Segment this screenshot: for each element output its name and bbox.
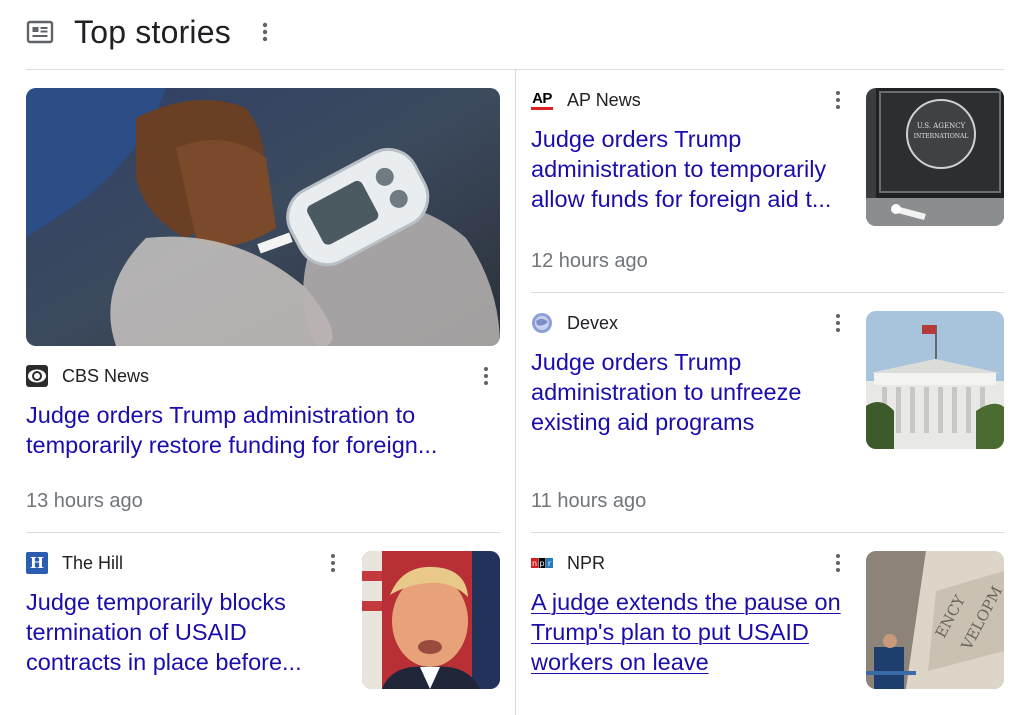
ap-logo-text: AP	[532, 89, 552, 107]
story-headline[interactable]: Judge orders Trump administration to tem…	[26, 400, 500, 460]
source-name: The Hill	[62, 552, 124, 573]
story-card-the-hill[interactable]: H The Hill Judge temporarily blocks term…	[26, 551, 500, 689]
story-image-trump-portrait[interactable]	[362, 551, 500, 689]
story-more-options-icon[interactable]	[828, 551, 848, 575]
story-more-options-icon[interactable]	[323, 551, 343, 575]
row-divider-right-2	[531, 532, 1004, 533]
devex-globe-icon	[531, 312, 553, 334]
npr-logo-icon: npr	[531, 552, 553, 574]
story-card-cbs[interactable]: CBS News Judge orders Trump administrati…	[26, 88, 500, 518]
story-image-usaid-sign[interactable]: U.S. AGENCY INTERNATIONAL	[866, 88, 1004, 226]
story-source-ap: AP AP News	[531, 88, 641, 112]
story-time: 13 hours ago	[26, 490, 143, 512]
svg-text:U.S. AGENCY: U.S. AGENCY	[917, 122, 966, 130]
top-stories-header: Top stories	[26, 10, 275, 54]
source-name: AP News	[567, 89, 641, 110]
story-headline[interactable]: A judge extends the pause on Trump's pla…	[531, 587, 853, 677]
story-card-npr[interactable]: npr NPR A judge extends the pause on Tru…	[531, 551, 1004, 689]
source-name: NPR	[567, 552, 606, 573]
source-name: Devex	[567, 312, 619, 333]
story-more-options-icon[interactable]	[828, 88, 848, 112]
story-headline[interactable]: Judge temporarily blocks termination of …	[26, 587, 344, 677]
story-source-the-hill: H The Hill	[26, 551, 123, 575]
story-time: 11 hours ago	[531, 490, 647, 512]
svg-text:p: p	[539, 559, 544, 568]
story-image-white-house[interactable]	[866, 311, 1004, 449]
story-more-options-icon[interactable]	[828, 311, 848, 335]
newspaper-icon	[26, 20, 54, 44]
story-card-devex[interactable]: Devex Judge orders Trump administration …	[531, 311, 1004, 518]
the-hill-logo-text: H	[29, 554, 45, 572]
story-source-npr: npr NPR	[531, 551, 605, 575]
story-more-options-icon[interactable]	[476, 364, 496, 388]
the-hill-logo-icon: H	[26, 552, 48, 574]
story-source-cbs: CBS News	[26, 364, 149, 388]
story-source-devex: Devex	[531, 311, 618, 335]
section-title: Top stories	[74, 13, 231, 50]
ap-logo-icon: AP	[531, 89, 553, 111]
column-divider	[515, 70, 516, 715]
cbs-eye-icon	[26, 365, 48, 387]
section-more-options-icon[interactable]	[255, 20, 275, 44]
source-name: CBS News	[62, 365, 150, 386]
svg-text:n: n	[532, 559, 537, 568]
story-card-ap[interactable]: AP AP News Judge orders Trump administra…	[531, 88, 1004, 278]
story-headline[interactable]: Judge orders Trump administration to unf…	[531, 347, 849, 437]
row-divider-right-1	[531, 292, 1004, 293]
story-headline[interactable]: Judge orders Trump administration to tem…	[531, 124, 849, 214]
svg-text:INTERNATIONAL: INTERNATIONAL	[914, 133, 969, 140]
story-image-building-sign[interactable]: ENCY VELOPM	[866, 551, 1004, 689]
row-divider-left	[26, 532, 500, 533]
story-time: 12 hours ago	[531, 250, 648, 272]
story-image-glucose-meter[interactable]	[26, 88, 500, 346]
